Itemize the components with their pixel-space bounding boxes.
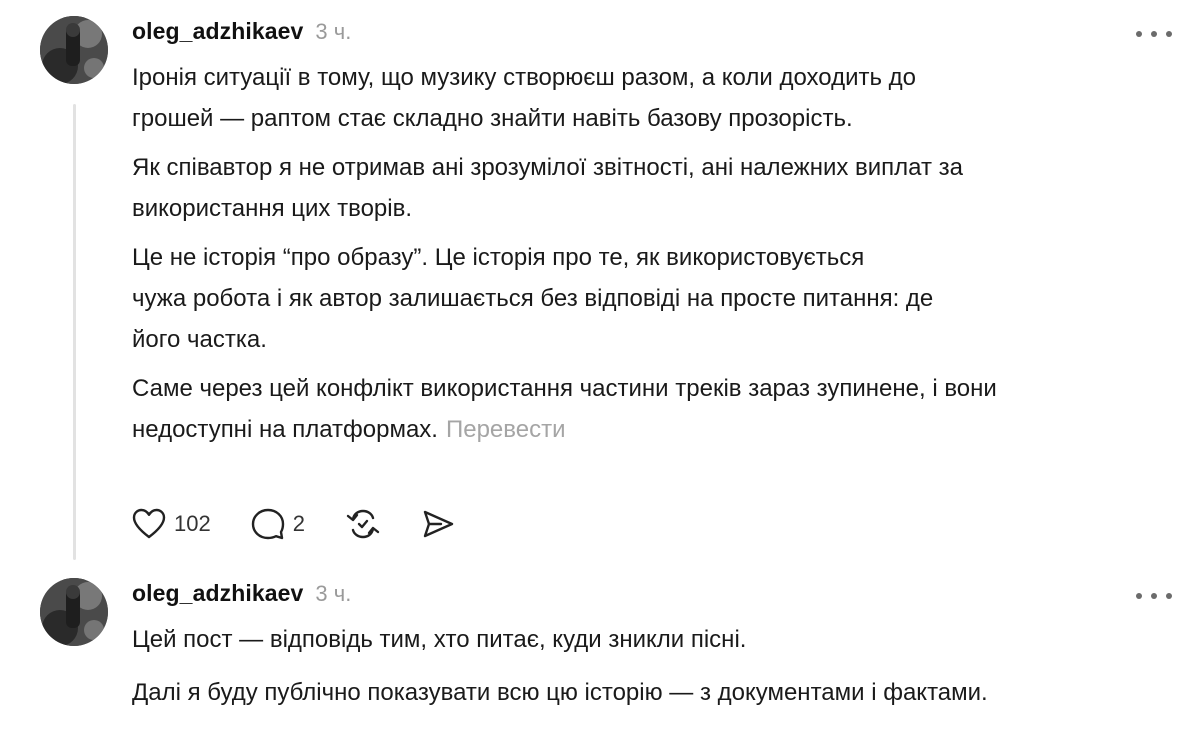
share-button[interactable]	[421, 508, 455, 540]
reply-count: 2	[292, 511, 305, 536]
post-text: Цей пост — відповідь тим, хто питає, куд…	[132, 619, 1172, 713]
post-text: Іронія ситуації в тому, що музику створю…	[132, 57, 1172, 450]
like-count: 102	[174, 511, 211, 536]
paragraph: Як співавтор я не отримав ані зрозумілої…	[132, 154, 964, 222]
paragraph: Іронія ситуації в тому, що музику створю…	[132, 64, 916, 132]
avatar[interactable]	[40, 16, 108, 84]
reply-button[interactable]: 2	[251, 508, 305, 540]
more-horizontal-icon[interactable]	[1136, 586, 1172, 606]
repost-button[interactable]	[345, 507, 381, 541]
avatar[interactable]	[40, 578, 108, 646]
post: oleg_adzhikaev 3 ч. Іронія ситуації в то…	[0, 0, 1200, 566]
post-header: oleg_adzhikaev 3 ч.	[132, 18, 351, 50]
paragraph: Далі я буду публічно показувати всю цю і…	[132, 679, 988, 706]
like-button[interactable]: 102	[132, 508, 211, 540]
paragraph: Це не історія “про образу”. Це історія п…	[132, 244, 934, 353]
repost-icon	[345, 507, 381, 541]
post-header: oleg_adzhikaev 3 ч.	[132, 580, 351, 612]
post-actions: 102 2	[132, 500, 495, 548]
thread-line	[73, 104, 76, 560]
username[interactable]: oleg_adzhikaev	[132, 18, 303, 45]
post: oleg_adzhikaev 3 ч. Цей пост — відповідь…	[0, 566, 1200, 746]
send-icon	[421, 508, 455, 540]
heart-icon	[132, 508, 166, 540]
post-time[interactable]: 3 ч.	[315, 19, 351, 45]
paragraph: Саме через цей конфлікт використання час…	[132, 375, 997, 443]
more-horizontal-icon[interactable]	[1136, 24, 1172, 44]
post-time[interactable]: 3 ч.	[315, 581, 351, 607]
comment-icon	[251, 508, 285, 540]
translate-link[interactable]: Перевести	[446, 416, 566, 443]
paragraph: Цей пост — відповідь тим, хто питає, куд…	[132, 626, 747, 653]
username[interactable]: oleg_adzhikaev	[132, 580, 303, 607]
